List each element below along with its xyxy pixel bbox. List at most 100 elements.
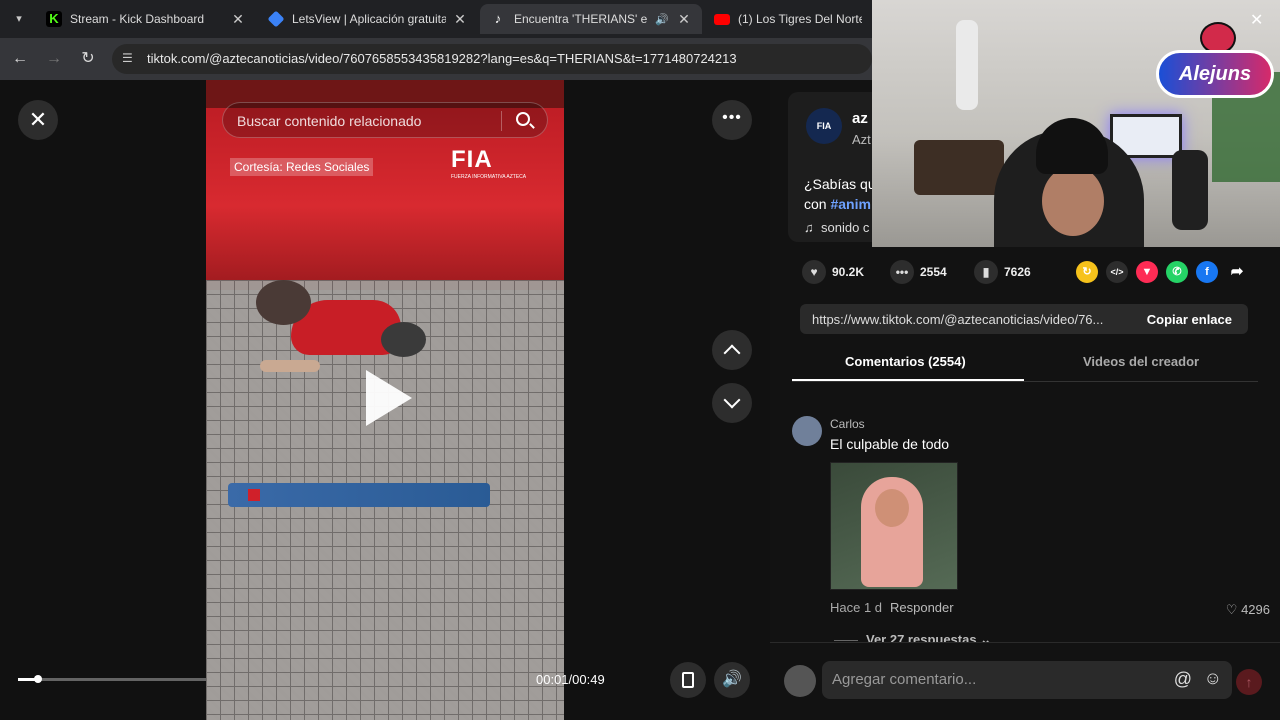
kick-icon: K [46,11,62,27]
fia-watermark-logo: FIA FUERZA INFORMATIVA AZTECA [451,146,526,180]
comment-input[interactable]: Agregar comentario... @ ☺ [822,661,1232,699]
reload-icon[interactable]: ↻ [78,49,98,69]
related-search-box[interactable]: Buscar contenido relacionado [222,102,548,138]
video-progress-bar[interactable] [18,675,206,683]
volume-button[interactable]: 🔊 [714,662,750,698]
letsview-icon [267,10,285,28]
comment-composer: Agregar comentario... @ ☺ ↑ [770,642,1280,720]
tab-label: Encuentra 'THERIANS' en T [514,12,648,26]
tab-label: LetsView | Aplicación gratuita d [292,12,446,26]
repost-icon[interactable]: ↻ [1076,261,1098,283]
copy-link-button[interactable]: Copiar enlace [1147,312,1232,327]
related-search-placeholder: Buscar contenido relacionado [237,113,422,129]
chevron-up-icon [723,344,741,362]
screen: ▾ K Stream - Kick Dashboard ✕ LetsView |… [0,0,1280,720]
video-frame[interactable]: Buscar contenido relacionado Cortesía: R… [206,80,564,720]
comment-time: Hace 1 d [830,600,883,615]
audio-playing-icon[interactable]: 🔊 [654,13,670,26]
share-link-box: https://www.tiktok.com/@aztecanoticias/v… [800,304,1248,334]
video-player-area: ✕ ••• Buscar contenido relacionado Corte… [0,80,770,720]
facebook-icon[interactable]: f [1196,261,1218,283]
tab-kick-dashboard[interactable]: K Stream - Kick Dashboard ✕ [36,4,256,34]
next-video-button[interactable] [712,383,752,423]
music-note-icon: ♫ [804,220,814,235]
tab-youtube[interactable]: (1) Los Tigres Del Norte - N [704,4,872,34]
lower-third-banner [228,483,490,507]
current-user-avatar [784,665,816,697]
mention-icon[interactable]: @ [1174,669,1192,690]
url-text: tiktok.com/@aztecanoticias/video/7607658… [147,51,737,66]
search-icon[interactable] [516,112,530,126]
comment-count: 2554 [920,265,947,279]
fia-logo-text: FIA [451,146,493,173]
play-icon[interactable] [366,370,412,426]
tiktok-icon: ♪ [494,11,502,26]
close-video-button[interactable]: ✕ [18,100,58,140]
site-info-icon[interactable]: ☰ [122,51,138,67]
post-comment-button[interactable]: ↑ [1236,669,1262,695]
arrow-up-icon: ↑ [1245,674,1253,690]
save-count: 7626 [1004,265,1031,279]
chevron-down-icon [723,391,741,409]
tab-label: (1) Los Tigres Del Norte - N [738,12,862,26]
banner-red-square [248,489,260,501]
dog [381,322,426,357]
volume-icon: 🔊 [722,671,742,688]
bookmark-icon: ▮ [974,260,998,284]
fia-logo-subtext: FUERZA INFORMATIVA AZTECA [451,174,527,180]
url-bar[interactable]: ☰ tiktok.com/@aztecanoticias/video/76076… [112,44,872,74]
sound-name: sonido c [820,220,870,235]
gaming-chair [1172,150,1208,230]
like-action[interactable]: ♥ 90.2K [802,260,864,284]
close-tab-icon[interactable]: ✕ [230,11,246,28]
tab-tiktok-therians[interactable]: ♪ Encuentra 'THERIANS' en T 🔊 ✕ [480,4,702,34]
close-tab-icon[interactable]: ✕ [676,11,692,28]
tab-letsview[interactable]: LetsView | Aplicación gratuita d ✕ [258,4,478,34]
progress-scrubber[interactable] [34,675,42,683]
more-options-button[interactable]: ••• [712,100,752,140]
send-to-friends-icon[interactable]: ▼ [1136,261,1158,283]
hashtag-link[interactable]: #anim [830,196,870,212]
heart-outline-icon: ♡ [1225,602,1238,617]
picture-in-picture-button[interactable] [670,662,706,698]
video-credit: Cortesía: Redes Sociales [230,158,374,176]
comment-avatar[interactable] [792,416,822,446]
previous-video-button[interactable] [712,330,752,370]
pip-icon [682,672,694,688]
comment-item: Carlos El culpable de todo Hace 1 d Resp… [792,416,1272,656]
comment-action[interactable]: ••• 2554 [890,260,947,284]
back-arrow-icon[interactable]: ← [10,49,30,69]
creator-avatar[interactable]: FIA [806,108,842,144]
whatsapp-icon[interactable]: ✆ [1166,261,1188,283]
webcam-overlay: Alejuns ✕ [872,0,1280,247]
streamer-face [1042,166,1104,236]
tab-comments[interactable]: Comentarios (2554) [845,354,966,369]
comment-gif[interactable] [830,462,958,590]
embed-icon[interactable]: </> [1106,261,1128,283]
share-link-url[interactable]: https://www.tiktok.com/@aztecanoticias/v… [812,312,1103,327]
active-tab-underline [792,379,1024,381]
couch [914,140,1004,195]
sound-link[interactable]: ♫ sonido c [804,220,869,235]
comment-like[interactable]: ♡ 4296 [1226,602,1270,618]
youtube-icon [714,13,730,25]
comment-input-placeholder: Agregar comentario... [832,671,977,688]
emoji-icon[interactable]: ☺ [1204,668,1222,689]
search-divider [501,111,502,131]
tab-label: Stream - Kick Dashboard [70,12,205,26]
save-action[interactable]: ▮ 7626 [974,260,1031,284]
streamer-cap [1036,118,1108,174]
heart-icon: ♥ [802,260,826,284]
comment-author[interactable]: Carlos [830,417,865,431]
forward-arrow-icon[interactable]: → [44,49,64,69]
share-arrow-icon[interactable]: ➦ [1226,261,1248,283]
close-tab-icon[interactable]: ✕ [452,11,468,28]
tab-creator-videos[interactable]: Videos del creador [1083,354,1199,369]
creator-name[interactable]: az [852,110,868,127]
close-icon[interactable]: ✕ [1250,10,1263,30]
panel-tabs: Comentarios (2554) Videos del creador [792,348,1258,382]
reply-button[interactable]: Responder [890,600,954,615]
person-on-floor [256,280,401,372]
description-prefix: con [804,196,831,212]
tab-search-icon[interactable]: ▾ [8,8,30,30]
